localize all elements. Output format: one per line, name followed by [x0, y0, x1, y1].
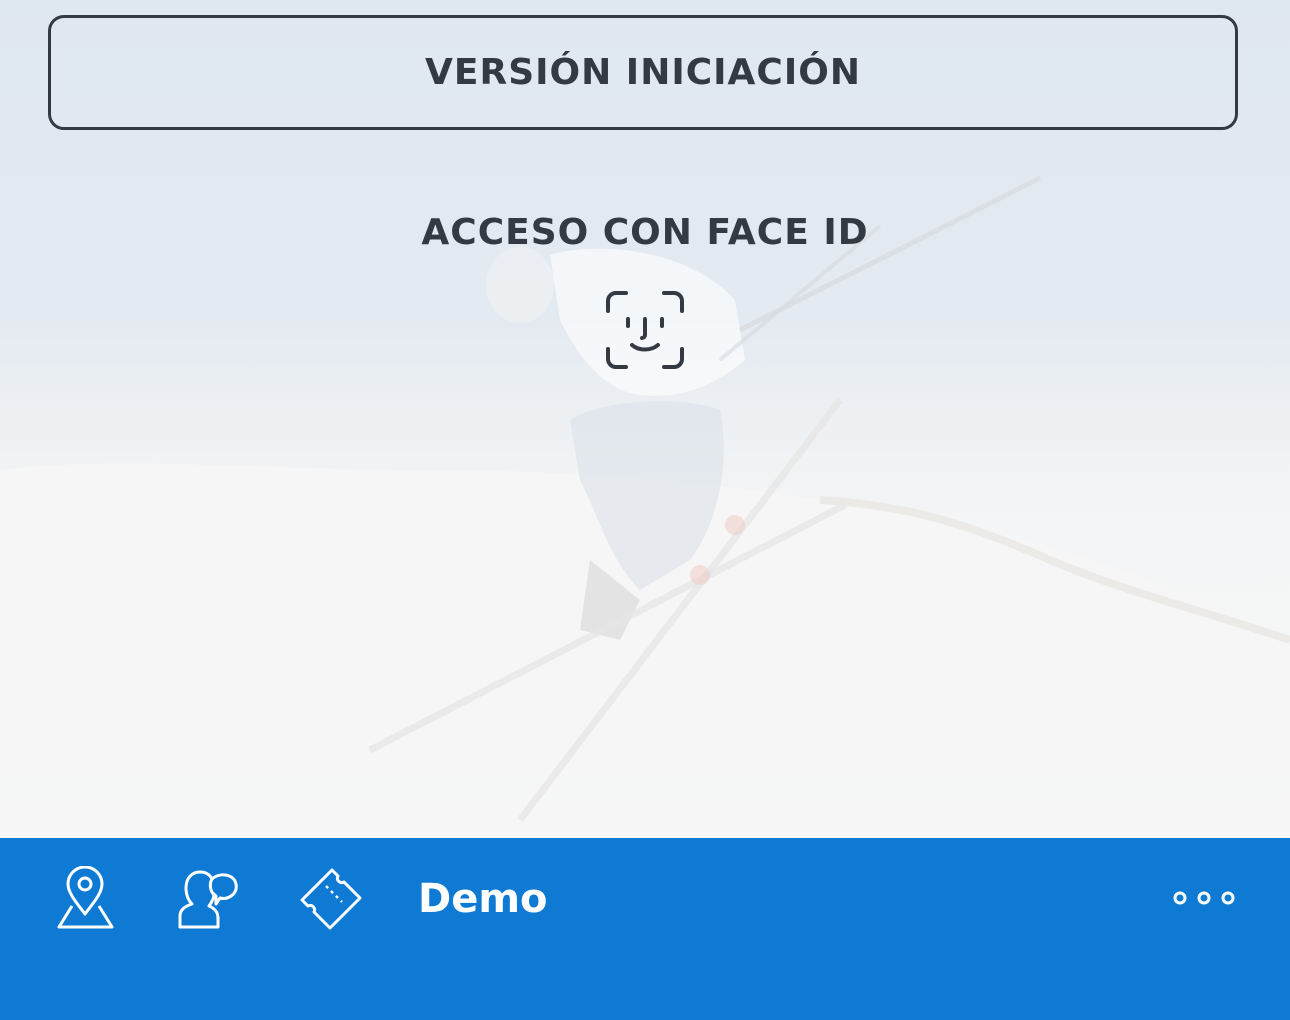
face-id-icon[interactable]: [604, 289, 686, 371]
users-chat-icon[interactable]: [176, 866, 240, 930]
version-label: VERSIÓN INICIACIÓN: [425, 52, 861, 93]
version-button[interactable]: VERSIÓN INICIACIÓN: [48, 15, 1238, 130]
demo-label[interactable]: Demo: [418, 876, 548, 922]
ticket-icon[interactable]: [298, 866, 362, 930]
faceid-title: ACCESO CON FACE ID: [421, 212, 869, 253]
more-icon[interactable]: [1168, 885, 1240, 911]
map-pin-icon[interactable]: [54, 866, 118, 930]
